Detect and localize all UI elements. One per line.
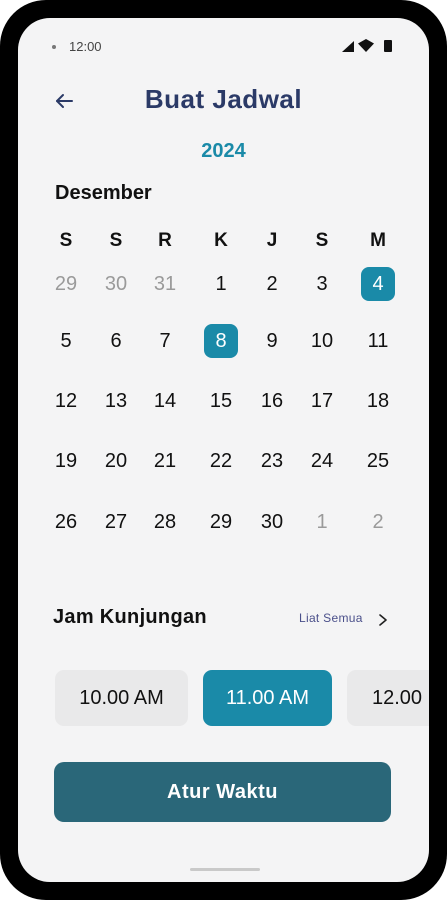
calendar-day[interactable]: 22: [199, 444, 243, 478]
weekday-label: M: [370, 230, 386, 251]
calendar-day[interactable]: 27: [94, 505, 138, 539]
calendar-day[interactable]: 24: [300, 444, 344, 478]
calendar-day[interactable]: 30: [250, 505, 294, 539]
time-slot-button[interactable]: 10.00 AM: [55, 670, 188, 726]
time-slot-button[interactable]: 12.00 PM: [347, 670, 429, 726]
time-slot-button-selected[interactable]: 11.00 AM: [203, 670, 332, 726]
calendar-day[interactable]: 3: [300, 267, 344, 301]
weekday-label: K: [214, 230, 228, 251]
phone-frame: 12:00 Buat Jadwal 2024 Desember SSRKJSM2…: [0, 0, 447, 900]
calendar-day[interactable]: 11: [356, 324, 400, 358]
weekday-label: S: [59, 230, 73, 251]
calendar-day-selected[interactable]: 4: [361, 267, 395, 301]
signal-icon: [342, 41, 354, 52]
battery-icon: [384, 40, 392, 52]
calendar-day[interactable]: 2: [356, 505, 400, 539]
calendar-day[interactable]: 15: [199, 384, 243, 418]
visit-hours-title: Jam Kunjungan: [53, 606, 207, 628]
calendar-day[interactable]: 29: [44, 267, 88, 301]
calendar-day[interactable]: 16: [250, 384, 294, 418]
calendar-day[interactable]: 30: [94, 267, 138, 301]
calendar-day[interactable]: 1: [300, 505, 344, 539]
calendar-month: Desember: [55, 182, 152, 204]
wifi-icon: [358, 39, 374, 52]
calendar-day[interactable]: 7: [143, 324, 187, 358]
calendar-year: 2024: [201, 140, 246, 162]
calendar-day[interactable]: 6: [94, 324, 138, 358]
status-bar: 12:00: [18, 18, 429, 76]
calendar-day[interactable]: 31: [143, 267, 187, 301]
calendar-day[interactable]: 19: [44, 444, 88, 478]
screen: 12:00 Buat Jadwal 2024 Desember SSRKJSM2…: [18, 18, 429, 882]
calendar-day[interactable]: 29: [199, 505, 243, 539]
back-button[interactable]: [54, 90, 76, 112]
calendar-day[interactable]: 18: [356, 384, 400, 418]
calendar-day[interactable]: 26: [44, 505, 88, 539]
calendar-day[interactable]: 2: [250, 267, 294, 301]
weekday-label: S: [109, 230, 123, 251]
calendar-day[interactable]: 9: [250, 324, 294, 358]
weekday-label: R: [158, 230, 172, 251]
calendar-day[interactable]: 20: [94, 444, 138, 478]
calendar-day[interactable]: 5: [44, 324, 88, 358]
calendar-day[interactable]: 14: [143, 384, 187, 418]
calendar-day[interactable]: 10: [300, 324, 344, 358]
weekday-label: J: [266, 230, 278, 251]
calendar-day[interactable]: 21: [143, 444, 187, 478]
status-time: 12:00: [69, 39, 102, 54]
notification-dot-icon: [52, 45, 56, 49]
set-time-button[interactable]: Atur Waktu: [54, 762, 391, 822]
calendar-day[interactable]: 25: [356, 444, 400, 478]
see-all-link[interactable]: Liat Semua: [299, 611, 363, 625]
chevron-right-icon[interactable]: [376, 613, 390, 627]
calendar-day[interactable]: 1: [199, 267, 243, 301]
calendar-day[interactable]: 28: [143, 505, 187, 539]
calendar-day[interactable]: 23: [250, 444, 294, 478]
arrow-left-icon: [56, 94, 73, 108]
calendar-day[interactable]: 12: [44, 384, 88, 418]
home-indicator[interactable]: [190, 868, 260, 871]
calendar-day-selected[interactable]: 8: [204, 324, 238, 358]
weekday-label: S: [315, 230, 329, 251]
calendar-day[interactable]: 17: [300, 384, 344, 418]
page-title: Buat Jadwal: [144, 84, 303, 114]
calendar-day[interactable]: 13: [94, 384, 138, 418]
